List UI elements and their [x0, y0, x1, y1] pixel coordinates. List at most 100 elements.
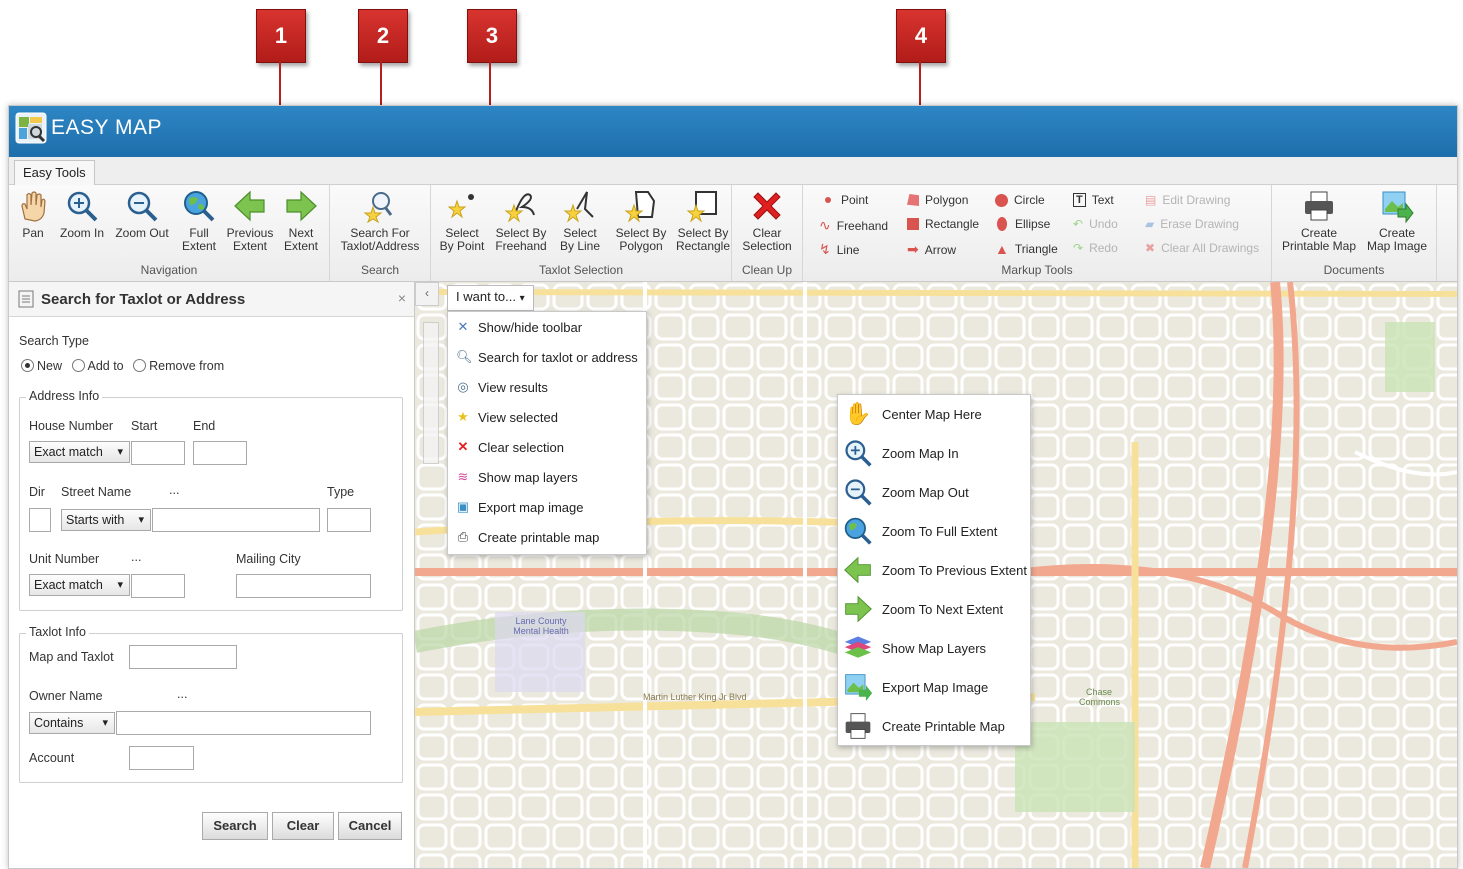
- zoom-out-button[interactable]: Zoom Out: [114, 189, 170, 240]
- menu-item-show-map-layers[interactable]: ≋ Show map layers: [456, 469, 646, 485]
- markup-text-button[interactable]: T Text: [1073, 193, 1114, 207]
- context-item-label: Center Map Here: [882, 406, 982, 422]
- select-by-line-button[interactable]: Select By Line: [555, 189, 605, 253]
- clear-selection-button[interactable]: Clear Selection: [736, 189, 798, 253]
- street-match-select[interactable]: Starts with: [61, 509, 151, 531]
- next-extent-button[interactable]: Next Extent: [281, 189, 321, 253]
- markup-triangle-button[interactable]: ▲ Triangle: [995, 241, 1058, 257]
- markup-rectangle-button[interactable]: Rectangle: [907, 217, 979, 231]
- search-for-label-2: Taxlot/Address: [340, 239, 420, 253]
- zoom-slider[interactable]: [423, 322, 439, 464]
- title-bar: EASY MAP: [9, 106, 1457, 157]
- search-button[interactable]: Search: [202, 812, 268, 840]
- owner-name-input[interactable]: [116, 711, 371, 735]
- radio-new[interactable]: New: [21, 359, 62, 373]
- account-input[interactable]: [129, 746, 194, 770]
- previous-extent-button[interactable]: Previous Extent: [225, 189, 275, 253]
- select-by-rectangle-label-2: Rectangle: [675, 239, 731, 253]
- search-taxlot-address-button[interactable]: Search For Taxlot/Address: [334, 189, 426, 253]
- unit-number-ellipsis[interactable]: ...: [131, 550, 141, 564]
- street-name-input[interactable]: [152, 508, 320, 532]
- erase-drawing-button[interactable]: ▰ Erase Drawing: [1145, 217, 1239, 231]
- markup-polygon-button[interactable]: Polygon: [907, 193, 968, 207]
- context-zoom-map-out[interactable]: Zoom Map Out: [842, 477, 1030, 507]
- ellipse-icon: [997, 217, 1007, 231]
- documents-group: Create Printable Map Create Map Image Do…: [1272, 185, 1437, 281]
- menu-item-clear-selection[interactable]: ✕ Clear selection: [456, 439, 646, 455]
- create-printable-map-label-1: Create: [1300, 226, 1338, 240]
- street-name-label: Street Name: [61, 485, 132, 499]
- radio-add-to[interactable]: Add to: [71, 359, 124, 373]
- select-by-line-label-2: By Line: [559, 239, 601, 253]
- house-match-select[interactable]: Exact match: [29, 441, 130, 463]
- street-type-input[interactable]: [327, 508, 371, 532]
- type-label: Type: [327, 485, 355, 499]
- edit-drawing-button[interactable]: ▤ Edit Drawing: [1145, 193, 1230, 207]
- unit-number-input[interactable]: [131, 574, 185, 598]
- radio-remove-from[interactable]: Remove from: [133, 359, 224, 373]
- pan-button[interactable]: Pan: [15, 189, 51, 240]
- owner-name-ellipsis[interactable]: ...: [177, 687, 187, 701]
- polygon-star-icon: [624, 191, 656, 223]
- menu-item-view-results[interactable]: ◎ View results: [456, 379, 646, 395]
- markup-redo-button[interactable]: ↷ Redo: [1073, 241, 1118, 255]
- context-create-printable-map[interactable]: Create Printable Map: [842, 711, 1030, 741]
- markup-point-button[interactable]: Point: [821, 193, 868, 207]
- mailing-city-input[interactable]: [236, 574, 371, 598]
- clear-selection-label-1: Clear: [752, 226, 782, 240]
- select-by-polygon-button[interactable]: Select By Polygon: [613, 189, 669, 253]
- radio-new-label: New: [37, 359, 63, 373]
- context-zoom-next-extent[interactable]: Zoom To Next Extent: [842, 594, 1030, 624]
- clear-button[interactable]: Clear: [272, 812, 334, 840]
- markup-circle-button[interactable]: Circle: [995, 193, 1045, 207]
- select-by-point-button[interactable]: Select By Point: [435, 189, 489, 253]
- zoom-out-icon: [845, 479, 872, 506]
- markup-ellipse-button[interactable]: Ellipse: [995, 217, 1050, 231]
- taxlot-selection-group-label: Taxlot Selection: [538, 263, 624, 277]
- street-name-ellipsis[interactable]: ...: [169, 483, 179, 497]
- view-results-icon: ◎: [457, 379, 469, 394]
- markup-freehand-button[interactable]: ∿ Freehand: [819, 217, 888, 234]
- select-by-freehand-button[interactable]: Select By Freehand: [493, 189, 549, 253]
- context-center-map-here[interactable]: ✋ Center Map Here: [842, 399, 1030, 429]
- unit-match-select[interactable]: Exact match: [29, 574, 130, 596]
- close-icon[interactable]: ×: [398, 290, 406, 306]
- globe-zoom-icon: [184, 191, 215, 222]
- clear-all-drawings-button[interactable]: ✖ Clear All Drawings: [1145, 241, 1259, 255]
- panel-collapse-toggle[interactable]: ‹: [415, 282, 439, 306]
- menu-item-create-printable-map[interactable]: ⎙ Create printable map: [456, 529, 646, 545]
- map-taxlot-input[interactable]: [129, 645, 237, 669]
- full-extent-button[interactable]: Full Extent: [177, 189, 221, 253]
- hand-icon: [21, 191, 46, 222]
- map-taxlot-label: Map and Taxlot: [29, 650, 114, 664]
- text-icon: T: [1073, 193, 1086, 207]
- menu-item-show-hide-toolbar[interactable]: ✕ Show/hide toolbar: [456, 319, 646, 335]
- house-end-input[interactable]: [193, 441, 247, 465]
- markup-redo-label: Redo: [1089, 241, 1118, 255]
- create-printable-map-button[interactable]: Create Printable Map: [1280, 189, 1358, 253]
- context-zoom-previous-extent[interactable]: Zoom To Previous Extent: [842, 555, 1030, 585]
- markup-undo-button[interactable]: ↶ Undo: [1073, 217, 1118, 231]
- i-want-to-dropdown[interactable]: I want to... ▾: [447, 285, 534, 311]
- context-show-map-layers[interactable]: Show Map Layers: [842, 633, 1030, 663]
- zoom-in-button[interactable]: Zoom In: [59, 189, 105, 240]
- star-icon: ★: [457, 409, 469, 424]
- cancel-button[interactable]: Cancel: [338, 812, 402, 840]
- printer-icon: [1305, 191, 1333, 221]
- house-start-input[interactable]: [131, 441, 185, 465]
- context-export-map-image[interactable]: Export Map Image: [842, 672, 1030, 702]
- select-by-rectangle-button[interactable]: Select By Rectangle: [675, 189, 731, 253]
- create-map-image-button[interactable]: Create Map Image: [1364, 189, 1430, 253]
- context-zoom-map-in[interactable]: Zoom Map In: [842, 438, 1030, 468]
- menu-item-view-selected[interactable]: ★ View selected: [456, 409, 646, 425]
- menu-item-search-taxlot[interactable]: 🔍︎ Search for taxlot or address: [456, 349, 646, 365]
- menu-item-export-map-image[interactable]: ▣ Export map image: [456, 499, 646, 515]
- map-view[interactable]: Lane County Mental Health Martin Luther …: [415, 282, 1457, 868]
- markup-arrow-button[interactable]: ➡ Arrow: [907, 241, 956, 258]
- freehand-star-icon: [504, 193, 535, 223]
- markup-line-button[interactable]: ↯ Line: [819, 241, 859, 258]
- tab-easy-tools[interactable]: Easy Tools: [14, 160, 95, 185]
- dir-input[interactable]: [29, 508, 51, 532]
- context-zoom-full-extent[interactable]: Zoom To Full Extent: [842, 516, 1030, 546]
- owner-match-select[interactable]: Contains: [29, 712, 115, 734]
